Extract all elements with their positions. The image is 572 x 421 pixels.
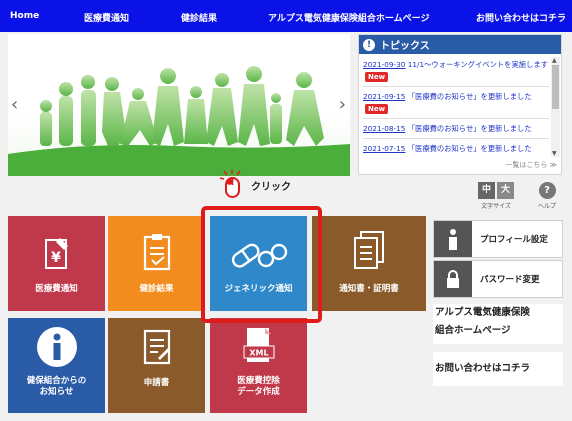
nav-contact[interactable]: お問い合わせはコチラ — [476, 11, 566, 24]
password-change-button[interactable]: パスワード変更 — [433, 260, 563, 298]
profile-settings-label: プロフィール設定 — [480, 235, 548, 245]
portal-page: Home 医療費通知 健診結果 アルプス電気健康保険組合ホームページ お問い合わ… — [0, 0, 572, 421]
hero-next-arrow[interactable]: › — [339, 94, 346, 115]
topic-item[interactable]: 2021-09-15 「医療費のお知らせ」を更新しました New — [363, 91, 549, 119]
mouse-click-icon — [219, 170, 241, 198]
info-circle-icon — [37, 327, 77, 367]
click-annotation: クリック — [218, 170, 291, 200]
topics-more-link[interactable]: 一覧はこちら ≫ — [505, 160, 557, 170]
tile-notices-certificates[interactable]: 通知書・証明書 — [312, 216, 426, 311]
xml-file-icon: XML — [243, 328, 275, 362]
runners-silhouette-image — [8, 66, 350, 176]
topics-header: ! トピックス — [359, 35, 561, 54]
highlight-box — [201, 206, 322, 323]
yen-document-icon: ¥ — [45, 238, 68, 269]
documents-icon — [354, 231, 384, 269]
profile-settings-button[interactable]: プロフィール設定 — [433, 220, 563, 258]
svg-text:¥: ¥ — [51, 250, 61, 266]
homepage-line-2: 組合ホームページ — [435, 325, 511, 336]
topic-text: 「医療費のお知らせ」を更新しました — [407, 144, 532, 153]
click-label: クリック — [251, 181, 291, 193]
topic-item[interactable]: 2021-09-30 11/1～ウォーキングイベントを実施します！ New — [363, 59, 549, 87]
topic-item[interactable]: 2021-07-15 「医療費のお知らせ」を更新しました — [363, 143, 549, 155]
topic-text: 「医療費のお知らせ」を更新しました — [407, 124, 532, 133]
form-document-icon — [143, 329, 171, 365]
topic-date: 2021-08-15 — [363, 124, 406, 133]
nav-medical-notice[interactable]: 医療費通知 — [84, 11, 129, 24]
association-homepage-link[interactable]: アルプス電気健康保険 組合ホームページ — [433, 304, 563, 344]
person-icon — [434, 221, 472, 257]
topic-text: 「医療費のお知らせ」を更新しました — [407, 92, 532, 101]
tile-medical-notice[interactable]: ¥ 医療費通知 — [8, 216, 105, 311]
tile-label: 健診結果 — [139, 284, 174, 294]
top-navigation-bar: Home 医療費通知 健診結果 アルプス電気健康保険組合ホームページ お問い合わ… — [0, 0, 572, 32]
tile-label: 医療費通知 — [35, 284, 78, 294]
tile-label: 申請書 — [143, 378, 170, 388]
topic-text: 11/1～ウォーキングイベントを実施します！ — [407, 60, 549, 69]
help-control: ? ヘルプ — [538, 182, 556, 210]
nav-homepage[interactable]: アルプス電気健康保険組合ホームページ — [268, 11, 429, 24]
topic-item[interactable]: 2021-08-15 「医療費のお知らせ」を更新しました — [363, 123, 549, 139]
topic-date: 2021-09-15 — [363, 92, 406, 101]
help-label: ヘルプ — [538, 203, 557, 210]
topics-title: トピックス — [380, 41, 430, 52]
new-badge: New — [365, 104, 389, 114]
scroll-down-icon[interactable]: ▼ — [552, 150, 557, 157]
tile-label: 医療費控除 データ作成 — [237, 376, 280, 397]
clipboard-icon — [143, 234, 171, 271]
topics-list: 2021-09-30 11/1～ウォーキングイベントを実施します！ New 20… — [363, 59, 549, 155]
nav-checkup-results[interactable]: 健診結果 — [181, 11, 217, 24]
help-icon[interactable]: ? — [538, 182, 556, 199]
lock-icon — [434, 261, 472, 297]
contact-link[interactable]: お問い合わせはコチラ — [433, 352, 563, 386]
topics-scrollbar[interactable]: ▲ ▼ — [551, 57, 560, 157]
tile-checkup-results[interactable]: 健診結果 — [108, 216, 205, 311]
xml-badge: XML — [249, 349, 268, 358]
topic-date: 2021-07-15 — [363, 144, 406, 153]
font-large-button[interactable]: 大 — [497, 182, 514, 199]
new-badge: New — [365, 72, 389, 82]
topics-panel: ! トピックス 2021-09-30 11/1～ウォーキングイベントを実施します… — [358, 34, 562, 175]
font-small-button[interactable]: 中 — [478, 182, 495, 199]
tile-medical-deduction-data[interactable]: XML 医療費控除 データ作成 — [210, 318, 307, 413]
font-size-control: 中 大 文字サイズ — [478, 182, 514, 210]
contact-label: お問い合わせはコチラ — [435, 363, 531, 374]
font-size-label: 文字サイズ — [481, 203, 511, 210]
password-change-label: パスワード変更 — [480, 275, 540, 285]
tile-association-news[interactable]: 健保組合からの お知らせ — [8, 318, 105, 413]
nav-home[interactable]: Home — [10, 11, 39, 21]
scroll-thumb[interactable] — [552, 65, 559, 109]
hero-prev-arrow[interactable]: ‹ — [11, 94, 18, 115]
scroll-up-icon[interactable]: ▲ — [552, 57, 557, 64]
homepage-line-1: アルプス電気健康保険 — [435, 307, 530, 318]
hero-slideshow: ‹ › — [8, 34, 350, 176]
tile-application-forms[interactable]: 申請書 — [108, 318, 205, 413]
tile-label: 健保組合からの お知らせ — [26, 376, 87, 397]
info-icon: ! — [363, 38, 375, 51]
tile-label: 通知書・証明書 — [339, 284, 399, 294]
topic-date: 2021-09-30 — [363, 60, 406, 69]
